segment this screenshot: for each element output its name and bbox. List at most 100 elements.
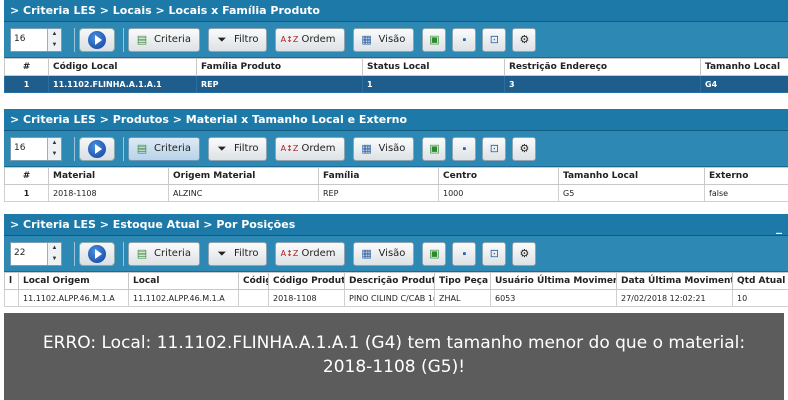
view-icon: ▦ [361,247,372,260]
cell: G5 [558,184,705,202]
col-header[interactable]: Local Origem [18,272,129,290]
view-icon: ▦ [361,33,372,46]
ordem-label: Ordem [301,34,336,45]
tools-button[interactable]: ⚙ [512,136,537,161]
col-header[interactable]: # [4,167,49,185]
run-button[interactable] [79,241,115,266]
col-header[interactable]: Status Local [362,58,505,76]
page-size-value[interactable]: 22 [11,243,47,265]
tools-icon: ⚙ [519,34,530,46]
col-header[interactable]: Tipo Peça [434,272,491,290]
spinner-up-icon[interactable]: ▲ [48,138,61,149]
col-header[interactable]: # [4,58,49,76]
col-header[interactable]: Tamanho Local [700,58,788,76]
divider [123,136,124,161]
page-size-spinner[interactable]: 22 ▲ ▼ [10,241,62,266]
col-header[interactable]: Externo [704,167,788,185]
panel-title: > Criteria LES > Locais > Locais x Famíl… [4,0,788,22]
spinner-down-icon[interactable]: ▼ [48,40,61,51]
col-header[interactable]: Descrição Produto [344,272,435,290]
page-size-value[interactable]: 16 [11,29,47,51]
col-header[interactable]: Códig [238,272,269,290]
data-table: l Local Origem Local Códig Código Produt… [4,272,788,307]
view-icon: ▦ [361,142,372,155]
save-icon: ▪ [462,142,467,155]
cell: G4 [700,75,788,93]
col-header[interactable]: l [4,272,19,290]
criteria-button[interactable]: ▤ Criteria [128,136,200,161]
filtro-button[interactable]: ⏷ Filtro [207,241,268,266]
col-header[interactable]: Material [48,167,169,185]
col-header[interactable]: Local [128,272,239,290]
cell: 11.1102.ALPP.46.M.1.A [128,289,239,307]
save-button[interactable]: ▪ [452,241,477,266]
save-button[interactable]: ▪ [452,27,477,52]
code-button[interactable]: ⊡ [482,136,507,161]
page-size-value[interactable]: 16 [11,138,47,160]
code-button[interactable]: ⊡ [482,27,507,52]
panel-title: > Criteria LES > Estoque Atual > Por Pos… [4,214,788,236]
visao-label: Visão [378,248,406,259]
col-header[interactable]: Família [318,167,439,185]
cell: REP [196,75,363,93]
panel-material-tamanho: > Criteria LES > Produtos > Material x T… [4,109,788,206]
ordem-button[interactable]: A↕Z Ordem [275,136,345,161]
filtro-button[interactable]: ⏷ Filtro [207,27,268,52]
visao-button[interactable]: ▦ Visão [352,136,415,161]
table-row[interactable]: 1 11.1102.FLINHA.A.1.A.1 REP 1 3 G4 [4,75,788,93]
minimize-button[interactable]: _ [776,216,782,238]
page-size-spinner[interactable]: 16 ▲ ▼ [10,27,62,52]
export-button[interactable]: ▣ [422,241,447,266]
page-size-spinner[interactable]: 16 ▲ ▼ [10,136,62,161]
col-header[interactable]: Centro [438,167,559,185]
filter-icon: ⏷ [217,32,227,46]
cell: 1 [4,184,49,202]
export-button[interactable]: ▣ [422,136,447,161]
cell: 1 [4,75,49,93]
spinner-up-icon[interactable]: ▲ [48,29,61,40]
code-icon: ⊡ [489,248,500,260]
cell: 3 [504,75,701,93]
panel-locais-familia: > Criteria LES > Locais > Locais x Famíl… [4,0,788,104]
criteria-button[interactable]: ▤ Criteria [128,241,200,266]
tools-button[interactable]: ⚙ [512,241,537,266]
table-row[interactable]: 11.1102.ALPP.46.M.1.A 11.1102.ALPP.46.M.… [4,289,788,307]
filtro-label: Filtro [233,143,259,154]
divider [123,27,124,52]
col-header[interactable]: Restrição Endereço [504,58,701,76]
ordem-button[interactable]: A↕Z Ordem [275,241,345,266]
col-header[interactable]: Usuário Última Movimentaçã [490,272,617,290]
col-header[interactable]: Código Produto [268,272,345,290]
filtro-button[interactable]: ⏷ Filtro [207,136,268,161]
run-button[interactable] [79,136,115,161]
col-header[interactable]: Família Produto [196,58,363,76]
spinner-down-icon[interactable]: ▼ [48,254,61,265]
cell: 6053 [490,289,617,307]
save-button[interactable]: ▪ [452,136,477,161]
col-header[interactable]: Qtd Atual [732,272,788,290]
criteria-button[interactable]: ▤ Criteria [128,27,200,52]
toolbar: 16 ▲ ▼ ▤ Criteria ⏷ Filtro A↕Z Ordem ▦ Visão … [4,131,788,167]
cell: PINO CILIND C/CAB 1( [344,289,435,307]
panel-title-text: > Criteria LES > Estoque Atual > Por Pos… [10,218,296,231]
visao-button[interactable]: ▦ Visão [352,27,415,52]
cell [4,289,19,307]
cell: 11.1102.FLINHA.A.1.A.1 [48,75,197,93]
spinner-down-icon[interactable]: ▼ [48,149,61,160]
code-button[interactable]: ⊡ [482,241,507,266]
run-button[interactable] [79,27,115,52]
criteria-icon: ▤ [136,33,148,46]
tools-button[interactable]: ⚙ [512,27,537,52]
col-header[interactable]: Origem Material [168,167,319,185]
export-button[interactable]: ▣ [422,27,447,52]
spinner-up-icon[interactable]: ▲ [48,243,61,254]
table-row[interactable]: 1 2018-1108 ALZINC REP 1000 G5 false [4,184,788,202]
ordem-button[interactable]: A↕Z Ordem [275,27,345,52]
filtro-label: Filtro [233,34,259,45]
cell: false [704,184,788,202]
col-header[interactable]: Código Local [48,58,197,76]
visao-button[interactable]: ▦ Visão [352,241,415,266]
col-header[interactable]: Tamanho Local [558,167,705,185]
col-header[interactable]: Data Última Movimentaçã [616,272,733,290]
visao-label: Visão [378,143,406,154]
